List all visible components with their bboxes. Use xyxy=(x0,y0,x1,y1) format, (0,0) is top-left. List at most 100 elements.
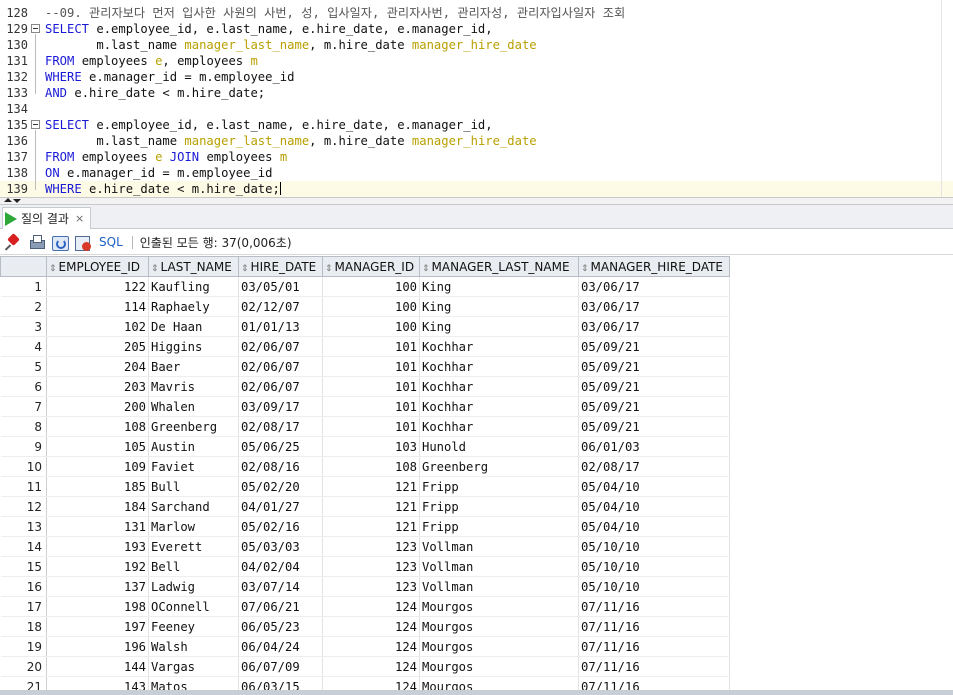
column-header[interactable]: ⇕ LAST_NAME xyxy=(148,256,239,277)
table-row[interactable]: 16 137 Ladwig 03/07/14 123 Vollman 05/10/10 xyxy=(0,576,735,597)
table-cell[interactable]: Ladwig xyxy=(148,576,239,597)
table-cell[interactable]: Greenberg xyxy=(148,416,239,437)
table-cell[interactable]: 05/02/16 xyxy=(238,516,323,537)
table-cell[interactable]: 204 xyxy=(46,356,149,377)
table-cell[interactable]: 124 xyxy=(322,656,420,677)
collapse-up-icon[interactable] xyxy=(4,198,12,202)
table-cell[interactable]: Mourgos xyxy=(419,616,579,637)
table-cell[interactable]: 101 xyxy=(322,396,420,417)
table-row[interactable]: 20 144 Vargas 06/07/09 124 Mourgos 07/11/16 xyxy=(0,656,735,677)
table-cell[interactable]: 193 xyxy=(46,536,149,557)
code-line[interactable]: 138 ON e.manager_id = m.employee_id xyxy=(0,165,953,181)
pin-icon[interactable] xyxy=(5,234,22,251)
table-row[interactable]: 1 122 Kaufling 03/05/01 100 King 03/06/17 xyxy=(0,276,735,297)
code-line[interactable]: 130 m.last_name manager_last_name, m.hir… xyxy=(0,37,953,53)
table-cell[interactable]: 05/03/03 xyxy=(238,536,323,557)
code-text[interactable]: m.last_name manager_last_name, m.hire_da… xyxy=(45,133,536,149)
code-text[interactable]: AND e.hire_date < m.hire_date; xyxy=(45,85,265,101)
table-cell[interactable]: 03/09/17 xyxy=(238,396,323,417)
table-cell[interactable]: Greenberg xyxy=(419,456,579,477)
table-row[interactable]: 21 143 Matos 06/03/15 124 Mourgos 07/11/16 xyxy=(0,676,735,690)
table-cell[interactable]: 05/09/21 xyxy=(578,396,730,417)
sql-link[interactable]: SQL xyxy=(99,235,123,249)
column-header[interactable]: ⇕ EMPLOYEE_ID xyxy=(46,256,149,277)
table-cell[interactable]: 121 xyxy=(322,516,420,537)
table-cell[interactable]: 02/06/07 xyxy=(238,376,323,397)
table-cell[interactable]: 05/02/20 xyxy=(238,476,323,497)
table-cell[interactable]: 122 xyxy=(46,276,149,297)
table-cell[interactable]: 196 xyxy=(46,636,149,657)
table-cell[interactable]: 101 xyxy=(322,376,420,397)
table-cell[interactable]: 06/04/24 xyxy=(238,636,323,657)
code-text[interactable]: --09. 관리자보다 먼저 입사한 사원의 사번, 성, 입사일자, 관리자사… xyxy=(45,5,625,21)
code-line[interactable]: 129 SELECT e.employee_id, e.last_name, e.… xyxy=(0,21,953,37)
table-cell[interactable]: 02/08/17 xyxy=(578,456,730,477)
column-header[interactable]: ⇕ MANAGER_HIRE_DATE xyxy=(578,256,730,277)
table-cell[interactable]: 197 xyxy=(46,616,149,637)
table-cell[interactable]: Higgins xyxy=(148,336,239,357)
table-row[interactable]: 12 184 Sarchand 04/01/27 121 Fripp 05/04/10 xyxy=(0,496,735,517)
table-cell[interactable]: 101 xyxy=(322,356,420,377)
table-cell[interactable]: 03/06/17 xyxy=(578,316,730,337)
table-cell[interactable]: 01/01/13 xyxy=(238,316,323,337)
horizontal-scrollbar[interactable] xyxy=(0,690,953,695)
table-cell[interactable]: 124 xyxy=(322,616,420,637)
table-cell[interactable]: Walsh xyxy=(148,636,239,657)
table-cell[interactable]: Vollman xyxy=(419,576,579,597)
table-cell[interactable]: 05/10/10 xyxy=(578,536,730,557)
table-cell[interactable]: 06/01/03 xyxy=(578,436,730,457)
table-row[interactable]: 3 102 De Haan 01/01/13 100 King 03/06/17 xyxy=(0,316,735,337)
table-cell[interactable]: 108 xyxy=(322,456,420,477)
table-cell[interactable]: 02/12/07 xyxy=(238,296,323,317)
column-header[interactable]: ⇕ MANAGER_LAST_NAME xyxy=(419,256,579,277)
table-cell[interactable]: 06/03/15 xyxy=(238,676,323,690)
table-cell[interactable]: King xyxy=(419,316,579,337)
table-row[interactable]: 19 196 Walsh 06/04/24 124 Mourgos 07/11/16 xyxy=(0,636,735,657)
table-row[interactable]: 18 197 Feeney 06/05/23 124 Mourgos 07/11/16 xyxy=(0,616,735,637)
code-line[interactable]: 137 FROM employees e JOIN employees m xyxy=(0,149,953,165)
table-row[interactable]: 8 108 Greenberg 02/08/17 101 Kochhar 05/09/21 xyxy=(0,416,735,437)
table-cell[interactable]: Raphaely xyxy=(148,296,239,317)
table-row[interactable]: 5 204 Baer 02/06/07 101 Kochhar 05/09/21 xyxy=(0,356,735,377)
table-cell[interactable]: 124 xyxy=(322,636,420,657)
table-row[interactable]: 13 131 Marlow 05/02/16 121 Fripp 05/04/10 xyxy=(0,516,735,537)
table-cell[interactable]: Fripp xyxy=(419,476,579,497)
table-cell[interactable]: 07/06/21 xyxy=(238,596,323,617)
fold-toggle-icon[interactable] xyxy=(31,120,40,129)
table-row[interactable]: 9 105 Austin 05/06/25 103 Hunold 06/01/03 xyxy=(0,436,735,457)
table-cell[interactable]: 05/04/10 xyxy=(578,476,730,497)
table-cell[interactable]: 105 xyxy=(46,436,149,457)
table-cell[interactable]: 123 xyxy=(322,556,420,577)
table-cell[interactable]: Mavris xyxy=(148,376,239,397)
code-text[interactable]: ON e.manager_id = m.employee_id xyxy=(45,165,272,181)
table-cell[interactable]: 03/07/14 xyxy=(238,576,323,597)
table-cell[interactable]: King xyxy=(419,276,579,297)
table-row[interactable]: 4 205 Higgins 02/06/07 101 Kochhar 05/09/21 xyxy=(0,336,735,357)
table-cell[interactable]: Mourgos xyxy=(419,676,579,690)
table-cell[interactable]: Marlow xyxy=(148,516,239,537)
table-cell[interactable]: 124 xyxy=(322,596,420,617)
tab-close-icon[interactable]: × xyxy=(75,212,84,225)
code-text[interactable]: FROM employees e, employees m xyxy=(45,53,258,69)
table-cell[interactable]: 05/09/21 xyxy=(578,336,730,357)
table-cell[interactable]: 102 xyxy=(46,316,149,337)
collapse-down-icon[interactable] xyxy=(13,199,21,203)
table-cell[interactable]: 07/11/16 xyxy=(578,676,730,690)
sql-editor[interactable]: 128 --09. 관리자보다 먼저 입사한 사원의 사번, 성, 입사일자, 관… xyxy=(0,0,953,197)
code-text[interactable]: m.last_name manager_last_name, m.hire_da… xyxy=(45,37,536,53)
table-cell[interactable]: 137 xyxy=(46,576,149,597)
table-cell[interactable]: Mourgos xyxy=(419,636,579,657)
column-header[interactable]: ⇕ MANAGER_ID xyxy=(322,256,420,277)
table-row[interactable]: 14 193 Everett 05/03/03 123 Vollman 05/10/10 xyxy=(0,536,735,557)
table-cell[interactable]: 143 xyxy=(46,676,149,690)
table-cell[interactable]: 101 xyxy=(322,336,420,357)
table-cell[interactable]: 198 xyxy=(46,596,149,617)
table-cell[interactable]: 101 xyxy=(322,416,420,437)
table-cell[interactable]: Kochhar xyxy=(419,356,579,377)
table-cell[interactable]: King xyxy=(419,296,579,317)
table-cell[interactable]: 03/06/17 xyxy=(578,276,730,297)
table-cell[interactable]: 123 xyxy=(322,536,420,557)
code-line[interactable]: 134 xyxy=(0,101,953,117)
table-cell[interactable]: Matos xyxy=(148,676,239,690)
table-cell[interactable]: 02/06/07 xyxy=(238,336,323,357)
